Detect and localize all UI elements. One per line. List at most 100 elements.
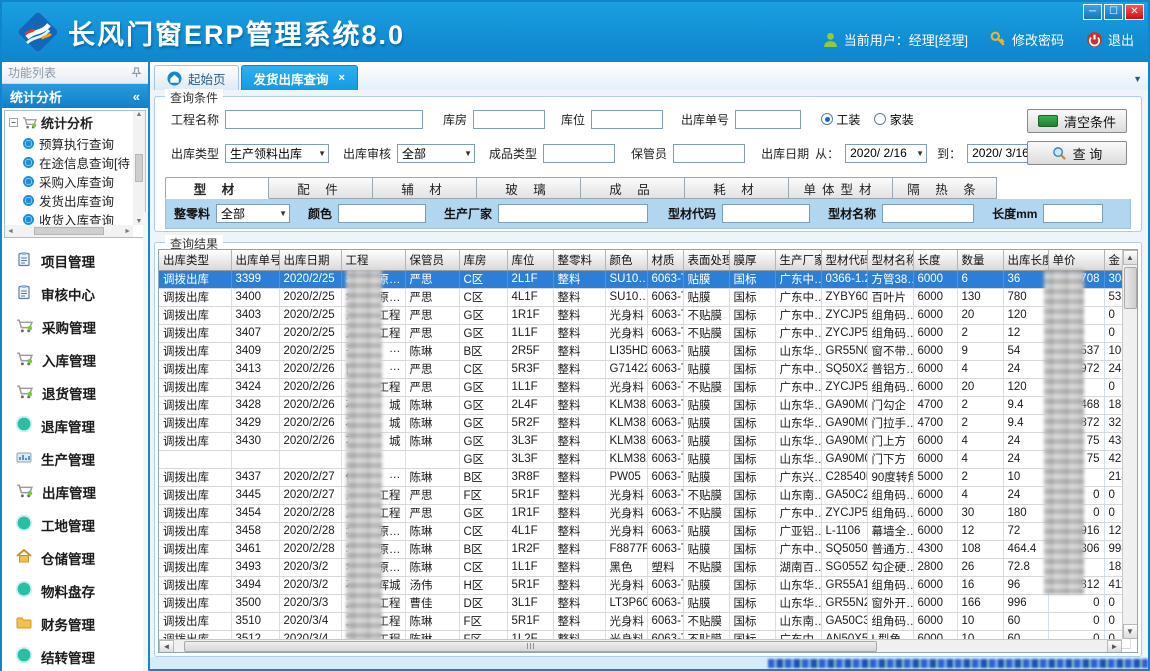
column-header-库位[interactable]: 库位: [507, 250, 553, 270]
table-row[interactable]: 调拨出库34002020/2/25华原…严思C区4L1F整料SU10…6063-…: [159, 288, 1130, 306]
table-row[interactable]: 调拨出库34542020/2/28工共工程严思G区1R1F整料光身料6063-T…: [159, 504, 1130, 522]
table-row[interactable]: 调拨出库34092020/2/25长…陈琳B区2R5F整料LI35HD6063-…: [159, 342, 1130, 360]
table-row[interactable]: 调拨出库34282020/2/26石城陈琳G区2L4F整料KLM38176063…: [159, 396, 1130, 414]
material-tab[interactable]: 成 品: [581, 177, 685, 199]
column-header-整零料[interactable]: 整零料: [553, 250, 605, 270]
date-from-select[interactable]: 2020/ 2/16▼: [845, 144, 927, 163]
table-row[interactable]: G区3L3F整料KLM38176063-T5贴膜国标山东华…GA90M09…门下…: [159, 450, 1130, 468]
vscroll-thumb[interactable]: [1124, 267, 1137, 309]
column-header-数量[interactable]: 数量: [957, 250, 1003, 270]
grid-vertical-scrollbar[interactable]: ▲ ▼: [1122, 250, 1137, 639]
order-no-input[interactable]: [735, 110, 801, 129]
product-type-input[interactable]: [543, 144, 615, 163]
panel-header-statistics[interactable]: 统计分析 «: [2, 84, 148, 108]
pin-icon[interactable]: [131, 67, 142, 78]
material-tab[interactable]: 单体型材: [789, 177, 893, 199]
length-input[interactable]: [1043, 204, 1103, 223]
column-header-出库单号[interactable]: 出库单号: [231, 250, 279, 270]
table-row[interactable]: 调拨出库34932020/3/2华原…陈琳C区1L1F整料黑色塑料不贴膜国标湖南…: [159, 558, 1130, 576]
keeper-input[interactable]: [673, 144, 745, 163]
sidebar-group-生产管理[interactable]: 生产管理: [2, 442, 148, 475]
color-input[interactable]: [338, 204, 426, 223]
tree-item[interactable]: 发货出库查询: [23, 191, 133, 210]
minimize-button[interactable]: ─: [1083, 4, 1102, 20]
column-header-长度[interactable]: 长度: [913, 250, 957, 270]
tree-item[interactable]: 预算执行查询: [23, 134, 133, 153]
tab-shipping-outbound-query[interactable]: 发货出库查询 ×: [241, 65, 358, 90]
column-header-库房[interactable]: 库房: [459, 250, 507, 270]
scroll-up-icon[interactable]: ▲: [1123, 250, 1138, 265]
sidebar-group-结转管理[interactable]: 结转管理: [2, 640, 148, 671]
logout-button[interactable]: 退出: [1086, 30, 1134, 49]
column-header-膜厚[interactable]: 膜厚: [729, 250, 775, 270]
hscroll-thumb[interactable]: [184, 641, 877, 652]
table-row[interactable]: 调拨出库34452020/2/27工共工程严思F区5R1F整料光身料6063-T…: [159, 486, 1130, 504]
column-header-材质[interactable]: 材质: [647, 250, 683, 270]
table-row[interactable]: 调拨出库34132020/2/26南…严思C区5R3F整料G714226063-…: [159, 360, 1130, 378]
tree-root-statistics[interactable]: − 统计分析: [5, 111, 133, 134]
table-row[interactable]: 调拨出库34302020/2/26石城陈琳G区3L3F整料KLM38176063…: [159, 432, 1130, 450]
warehouse-input[interactable]: [473, 110, 545, 129]
tab-close-icon[interactable]: ×: [339, 72, 345, 84]
tree-item[interactable]: 在途信息查询[待: [23, 153, 133, 172]
sidebar-group-出库管理[interactable]: 出库管理: [2, 475, 148, 508]
profile-code-input[interactable]: [722, 204, 810, 223]
grid-horizontal-scrollbar[interactable]: ◄ ►: [159, 639, 1122, 652]
scroll-down-icon[interactable]: ▼: [1123, 624, 1138, 639]
outbound-type-select[interactable]: 生产领料出库▼: [225, 144, 329, 163]
column-header-工程[interactable]: 工程: [341, 250, 405, 270]
table-row[interactable]: 调拨出库34612020/2/28华原…陈琳B区1R2F整料F8877FT606…: [159, 540, 1130, 558]
location-input[interactable]: [591, 110, 663, 129]
table-row[interactable]: 调拨出库34942020/3/2石辉城汤伟H区5R1F整料光身料6063-T5贴…: [159, 576, 1130, 594]
column-header-颜色[interactable]: 颜色: [605, 250, 647, 270]
table-row[interactable]: 调拨出库34242020/2/26工共工程严思G区1L1F整料光身料6063-T…: [159, 378, 1130, 396]
whole-part-select[interactable]: 全部▼: [216, 204, 290, 223]
search-button[interactable]: 查 询: [1027, 141, 1127, 165]
column-header-单价[interactable]: 单价: [1048, 250, 1104, 270]
tree-vertical-scrollbar[interactable]: ▲▼: [133, 111, 145, 225]
column-header-出库类型[interactable]: 出库类型: [159, 250, 231, 270]
material-tab[interactable]: 配 件: [269, 177, 373, 199]
sidebar-group-审核中心[interactable]: 审核中心: [2, 277, 148, 310]
scroll-left-icon[interactable]: ◄: [159, 640, 174, 653]
sidebar-group-退货管理[interactable]: 退货管理: [2, 376, 148, 409]
column-header-型材代码[interactable]: 型材代码: [821, 250, 867, 270]
project-name-input[interactable]: [225, 110, 423, 129]
radio-home-decoration[interactable]: [874, 113, 886, 125]
tree-horizontal-scrollbar[interactable]: ◄►: [5, 225, 133, 237]
material-tab[interactable]: 型 材: [165, 177, 269, 199]
table-row[interactable]: 调拨出库34292020/2/26石城陈琳G区5R2F整料KLM38176063…: [159, 414, 1130, 432]
material-tab[interactable]: 玻 璃: [477, 177, 581, 199]
scroll-right-icon[interactable]: ►: [1107, 640, 1122, 653]
column-header-生产厂家[interactable]: 生产厂家: [775, 250, 821, 270]
column-header-保管员[interactable]: 保管员: [405, 250, 459, 270]
sidebar-splitter[interactable]: [143, 212, 148, 671]
table-row[interactable]: 调拨出库34072020/2/25工共工程严思G区1L1F整料光身料6063-T…: [159, 324, 1130, 342]
sidebar-group-工地管理[interactable]: 工地管理: [2, 508, 148, 541]
sidebar-group-物料盘存[interactable]: 物料盘存: [2, 574, 148, 607]
table-row[interactable]: 调拨出库34032020/2/25工共工程严思G区1R1F整料光身料6063-T…: [159, 306, 1130, 324]
table-row[interactable]: 调拨出库35102020/3/4工共工程陈琳F区5R1F整料光身料6063-T5…: [159, 612, 1130, 630]
tab-list-dropdown-icon[interactable]: ▼: [1133, 74, 1142, 84]
close-button[interactable]: ✕: [1125, 4, 1144, 20]
material-tab[interactable]: 隔 热 条: [893, 177, 997, 199]
sidebar-group-财务管理[interactable]: 财务管理: [2, 607, 148, 640]
radio-industrial[interactable]: [821, 113, 833, 125]
clear-conditions-button[interactable]: 清空条件: [1027, 109, 1127, 133]
column-header-型材名称[interactable]: 型材名称: [867, 250, 913, 270]
table-row[interactable]: 调拨出库34582020/2/28华原…陈琳C区4L1F整料光身料6063-T5…: [159, 522, 1130, 540]
sidebar-group-仓储管理[interactable]: 仓储管理: [2, 541, 148, 574]
maximize-button[interactable]: ☐: [1104, 4, 1123, 20]
tab-start-page[interactable]: 起始页: [154, 65, 239, 90]
sidebar-group-采购管理[interactable]: 采购管理: [2, 310, 148, 343]
tree-expander-icon[interactable]: −: [9, 118, 18, 127]
material-tab[interactable]: 辅 材: [373, 177, 477, 199]
change-password-button[interactable]: 修改密码: [990, 30, 1064, 49]
audit-select[interactable]: 全部▼: [397, 144, 475, 163]
table-row[interactable]: 调拨出库34372020/2/27佛…陈琳B区3R8F整料PW056063-T5…: [159, 468, 1130, 486]
table-row[interactable]: 调拨出库35002020/3/3工共工程曹佳D区3L1F整料LT3P606063…: [159, 594, 1130, 612]
tree-item[interactable]: 采购入库查询: [23, 172, 133, 191]
column-header-表面处理[interactable]: 表面处理: [683, 250, 729, 270]
sidebar-group-项目管理[interactable]: 项目管理: [2, 244, 148, 277]
maker-input[interactable]: [498, 204, 648, 223]
